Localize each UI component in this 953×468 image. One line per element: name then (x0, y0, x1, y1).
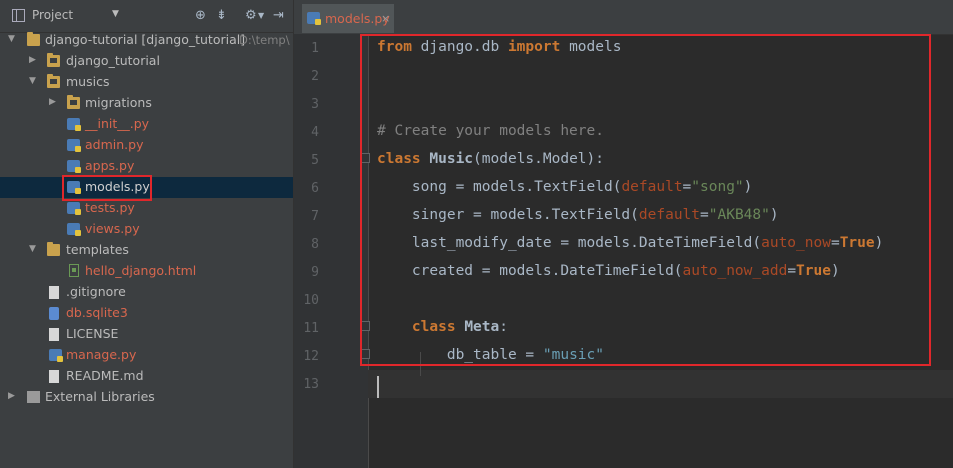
tree-item-templates[interactable]: ▼ templates (0, 240, 293, 261)
library-icon (27, 391, 40, 403)
tree-item-label: __init__.py (85, 116, 150, 131)
folder-icon (47, 53, 60, 67)
tree-item-gitignore[interactable]: .gitignore (0, 282, 293, 303)
line-number: 4 (311, 125, 319, 140)
line-number: 9 (311, 265, 319, 280)
tree-item-path: D:\temp\ (239, 33, 290, 47)
hide-icon[interactable]: ⇥ (273, 8, 284, 23)
current-line-highlight (368, 370, 953, 398)
tree-item-label: db.sqlite3 (66, 305, 128, 320)
tree-item-label: views.py (85, 221, 140, 236)
editor-pane: models.py × 1 2 3 4 5 6 7 8 9 10 11 12 1… (294, 0, 953, 468)
line-number: 12 (303, 349, 319, 364)
tree-item-label: apps.py (85, 158, 135, 173)
line-number: 8 (311, 237, 319, 252)
line-number: 13 (303, 377, 319, 392)
tree-item-db-sqlite3[interactable]: db.sqlite3 (0, 303, 293, 324)
folder-icon (47, 74, 60, 88)
tree-item-label: hello_django.html (85, 263, 197, 278)
tree-item-django-tutorial-pkg[interactable]: ▶ django_tutorial (0, 51, 293, 72)
line-number: 3 (311, 97, 319, 112)
line-number: 5 (311, 153, 319, 168)
tab-models-py[interactable]: models.py × (302, 4, 394, 33)
collapsed-arrow-icon[interactable]: ▶ (49, 97, 56, 107)
line-number: 1 (311, 41, 319, 56)
tree-item-label: django-tutorial [django_tutorial] (45, 32, 246, 47)
line-number-gutter: 1 2 3 4 5 6 7 8 9 10 11 12 13 (294, 34, 370, 468)
folder-icon (47, 242, 60, 256)
line-number: 10 (303, 293, 319, 308)
tree-item-label: django_tutorial (66, 53, 160, 68)
text-caret (377, 376, 379, 398)
models-py-highlight-box (62, 175, 152, 201)
python-file-icon (67, 223, 81, 236)
tree-item-label: manage.py (66, 347, 137, 362)
tree-item-musics[interactable]: ▼ musics (0, 72, 293, 93)
tree-item-label: migrations (85, 95, 152, 110)
text-file-icon (49, 328, 59, 341)
collapse-icon[interactable]: ⇟ (216, 8, 227, 23)
line-number: 2 (311, 69, 319, 84)
python-file-icon (67, 202, 81, 215)
tree-item-hello-django-html[interactable]: hello_django.html (0, 261, 293, 282)
python-file-icon (307, 12, 321, 25)
line-number: 6 (311, 181, 319, 196)
line-number: 7 (311, 209, 319, 224)
tree-item-label: tests.py (85, 200, 135, 215)
tree-item-label: External Libraries (45, 389, 155, 404)
tree-item-external-libraries[interactable]: ▶ External Libraries (0, 387, 293, 408)
folder-icon (67, 95, 80, 109)
line-number: 11 (303, 321, 319, 336)
tree-item-label: templates (66, 242, 129, 257)
target-icon[interactable]: ⊕ (195, 8, 206, 23)
close-icon[interactable]: × (381, 12, 390, 25)
expand-arrow-icon[interactable]: ▼ (29, 244, 36, 254)
project-sidebar: Project ▼ ⊕ ⇟ ⚙ ▼ ⇥ ▼ django-tutorial [d… (0, 0, 294, 468)
tree-item-readme-md[interactable]: README.md (0, 366, 293, 387)
folder-icon (27, 32, 40, 46)
html-file-icon (69, 264, 79, 277)
tree-item-label: LICENSE (66, 326, 119, 341)
collapsed-arrow-icon[interactable]: ▶ (29, 55, 36, 65)
tree-item-admin-py[interactable]: admin.py (0, 135, 293, 156)
tree-item-manage-py[interactable]: manage.py (0, 345, 293, 366)
settings-icon[interactable]: ⚙ (245, 8, 257, 23)
tree-item-label: admin.py (85, 137, 144, 152)
markdown-file-icon (49, 370, 59, 383)
tree-item-django-tutorial[interactable]: ▼ django-tutorial [django_tutorial] D:\t… (0, 30, 293, 51)
expand-arrow-icon[interactable]: ▼ (29, 76, 36, 86)
project-view-icon (12, 9, 25, 22)
project-view-label[interactable]: Project (32, 8, 73, 22)
text-file-icon (49, 286, 59, 299)
chevron-down-icon[interactable]: ▼ (112, 9, 119, 19)
code-highlight-box (360, 34, 931, 366)
tree-item-migrations[interactable]: ▶ migrations (0, 93, 293, 114)
project-panel-header: Project ▼ ⊕ ⇟ ⚙ ▼ ⇥ (0, 0, 293, 33)
tree-item-label: musics (66, 74, 110, 89)
python-file-icon (67, 118, 81, 131)
python-file-icon (67, 139, 81, 152)
python-file-icon (67, 160, 81, 173)
tree-item-label: README.md (66, 368, 144, 383)
settings-dropdown-icon[interactable]: ▼ (258, 11, 264, 20)
tree-item-init-py[interactable]: __init__.py (0, 114, 293, 135)
tree-item-license[interactable]: LICENSE (0, 324, 293, 345)
tree-item-apps-py[interactable]: apps.py (0, 156, 293, 177)
database-file-icon (49, 307, 59, 320)
tree-item-views-py[interactable]: views.py (0, 219, 293, 240)
editor-tab-bar: models.py × (294, 0, 953, 35)
python-file-icon (49, 349, 63, 362)
expand-arrow-icon[interactable]: ▼ (8, 34, 15, 44)
tree-item-label: .gitignore (66, 284, 126, 299)
tree-item-tests-py[interactable]: tests.py (0, 198, 293, 219)
collapsed-arrow-icon[interactable]: ▶ (8, 391, 15, 401)
